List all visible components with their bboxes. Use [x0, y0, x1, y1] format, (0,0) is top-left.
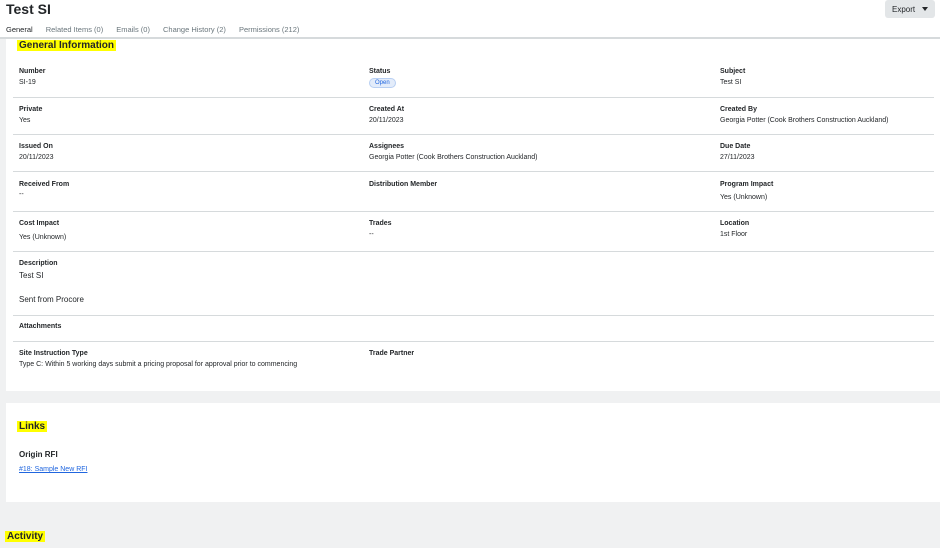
- attachments-label: Attachments: [19, 323, 62, 330]
- divider: [13, 251, 934, 252]
- export-button-label: Export: [892, 4, 916, 14]
- divider: [13, 171, 934, 172]
- status-label: Status: [369, 68, 391, 75]
- divider: [13, 341, 934, 342]
- issued-on-label: Issued On: [19, 143, 53, 150]
- location-value: 1st Floor: [720, 231, 748, 238]
- created-by-label: Created By: [720, 106, 757, 113]
- trades-value: --: [369, 231, 374, 238]
- received-from-label: Received From: [19, 181, 70, 188]
- export-button[interactable]: Export: [885, 0, 935, 18]
- number-label: Number: [19, 68, 46, 75]
- divider: [13, 97, 934, 98]
- divider: [13, 315, 934, 316]
- subject-value: Test SI: [720, 79, 742, 86]
- site-instruction-type-value: Type C: Within 5 working days submit a p…: [19, 361, 298, 368]
- origin-rfi-link[interactable]: #18: Sample New RFI: [19, 466, 87, 473]
- assignees-label: Assignees: [369, 143, 405, 150]
- links-title: Links: [17, 421, 48, 432]
- private-value: Yes: [19, 117, 31, 124]
- cost-impact-value: Yes (Unknown): [19, 234, 67, 241]
- created-by-value: Georgia Potter (Cook Brothers Constructi…: [720, 117, 889, 124]
- cost-impact-label: Cost Impact: [19, 220, 60, 227]
- created-at-value: 20/11/2023: [369, 117, 404, 124]
- program-impact-label: Program Impact: [720, 181, 774, 188]
- received-from-value: --: [19, 191, 24, 198]
- caret-down-icon: [922, 7, 928, 11]
- page-title: Test SI: [6, 1, 51, 17]
- assignees-value: Georgia Potter (Cook Brothers Constructi…: [369, 154, 538, 161]
- number-value: SI-19: [19, 79, 36, 86]
- description-label: Description: [19, 260, 58, 267]
- private-label: Private: [19, 106, 43, 113]
- divider: [13, 134, 934, 135]
- site-instruction-type-label: Site Instruction Type: [19, 350, 88, 357]
- issued-on-value: 20/11/2023: [19, 154, 54, 161]
- divider: [13, 211, 934, 212]
- created-at-label: Created At: [369, 106, 405, 113]
- general-information-card: [6, 39, 940, 391]
- distribution-member-label: Distribution Member: [369, 181, 438, 188]
- general-information-title: General Information: [17, 40, 117, 51]
- status-badge: Open: [369, 78, 396, 88]
- description-line-1: Test SI: [19, 271, 44, 280]
- due-date-label: Due Date: [720, 143, 751, 150]
- links-card: [6, 403, 940, 502]
- origin-rfi-label: Origin RFI: [19, 450, 58, 459]
- program-impact-value: Yes (Unknown): [720, 194, 768, 201]
- due-date-value: 27/11/2023: [720, 154, 755, 161]
- subject-label: Subject: [720, 68, 746, 75]
- trade-partner-label: Trade Partner: [369, 350, 415, 357]
- page-header: Test SI Export General Related Items (0)…: [0, 0, 940, 41]
- activity-title: Activity: [5, 531, 46, 542]
- description-line-2: Sent from Procore: [19, 295, 84, 304]
- trades-label: Trades: [369, 220, 392, 227]
- location-label: Location: [720, 220, 750, 227]
